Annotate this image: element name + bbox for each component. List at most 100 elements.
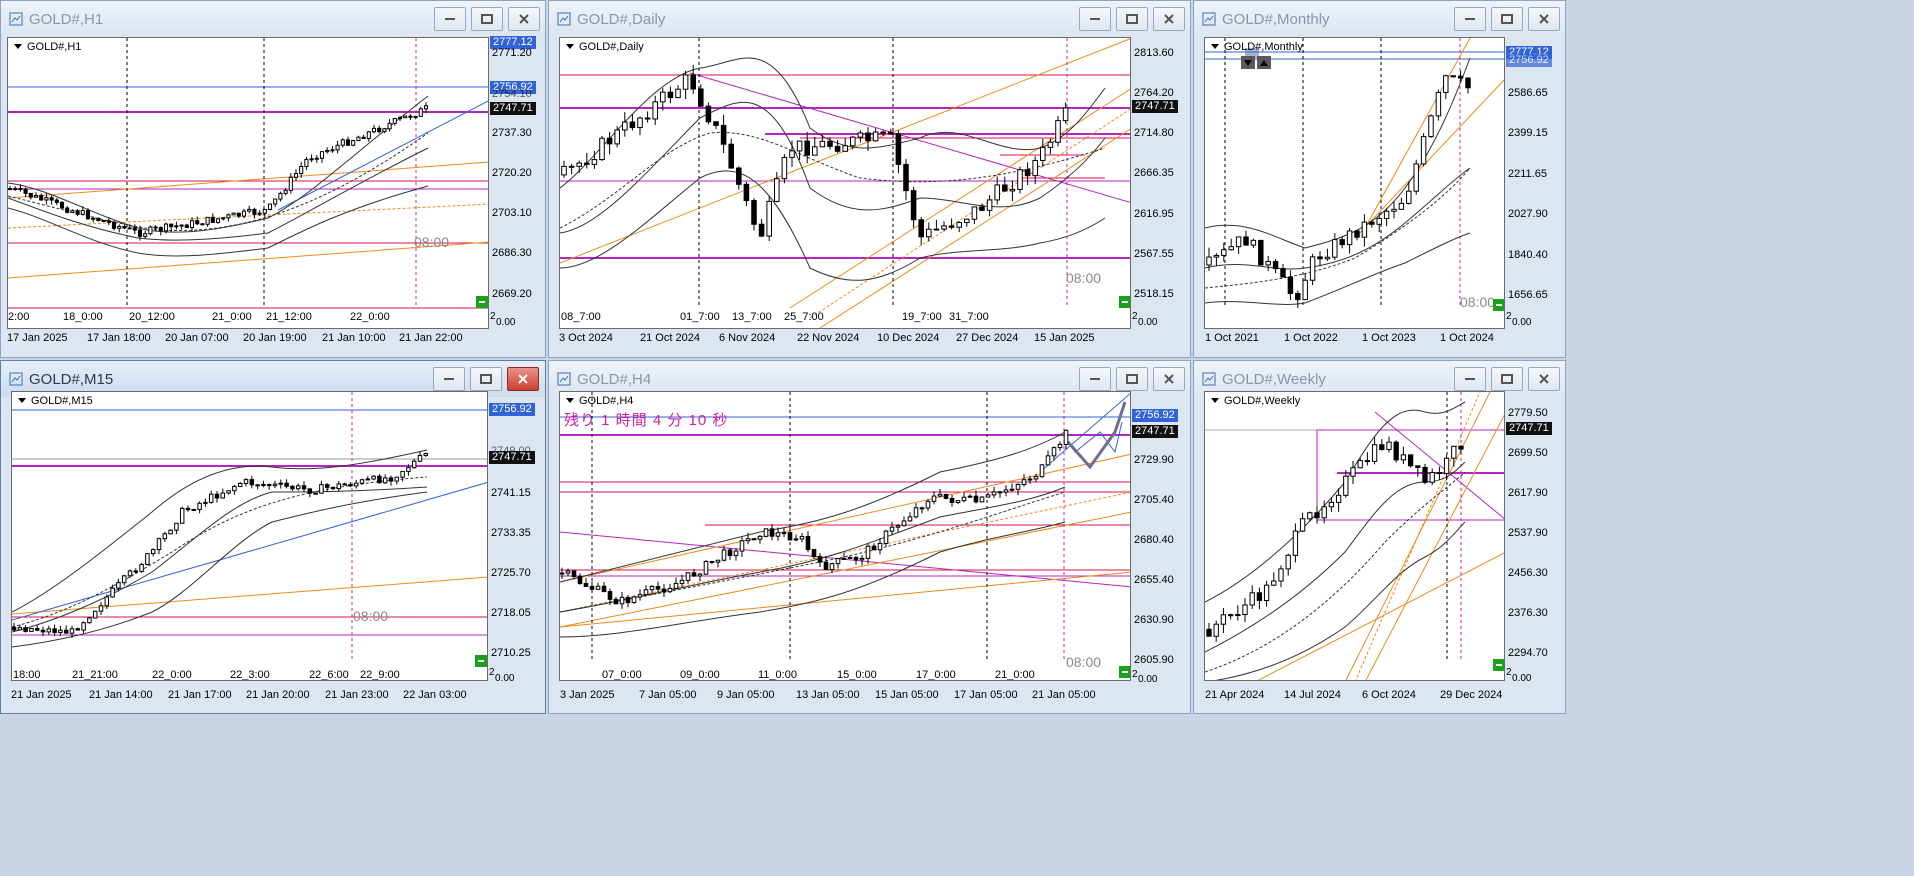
candle-body bbox=[1376, 217, 1382, 225]
candle-body bbox=[853, 556, 859, 561]
time-axis[interactable]: 3 Oct 2024 21 Oct 2024 6 Nov 2024 22 Nov… bbox=[559, 330, 1131, 348]
time-axis[interactable]: 17 Jan 2025 17 Jan 18:00 20 Jan 07:00 20… bbox=[7, 330, 489, 348]
candle-body bbox=[796, 140, 803, 152]
candle-body bbox=[163, 223, 169, 232]
candle-body bbox=[241, 210, 247, 217]
price-axis[interactable]: 2779.50 2747.71 2699.50 2617.90 2537.90 … bbox=[1506, 391, 1565, 684]
chart-window-h4[interactable]: GOLD#,H4 GOLD#,H4 残り 1 時間 4 分 10 秒 08:00… bbox=[548, 360, 1191, 714]
candle-body bbox=[348, 484, 353, 487]
time-axis[interactable]: 1 Oct 2021 1 Oct 2022 1 Oct 2023 1 Oct 2… bbox=[1204, 330, 1505, 348]
scroll-arrows[interactable] bbox=[1241, 56, 1273, 74]
auto-scroll-icon[interactable] bbox=[476, 296, 488, 308]
price-tag: 2756.92 bbox=[1132, 409, 1178, 422]
time-axis[interactable]: 21 Apr 2024 14 Jul 2024 6 Oct 2024 29 De… bbox=[1204, 687, 1505, 705]
minimize-button[interactable] bbox=[433, 367, 465, 391]
time-label: 1 Oct 2024 bbox=[1440, 332, 1494, 344]
candle-body bbox=[220, 492, 226, 499]
time-label: 21 Oct 2024 bbox=[640, 332, 700, 344]
maximize-button[interactable] bbox=[470, 367, 502, 391]
price-label: 2705.40 bbox=[1134, 494, 1174, 506]
close-button[interactable] bbox=[1528, 367, 1560, 391]
candle-body bbox=[1256, 592, 1263, 602]
maximize-button[interactable] bbox=[471, 7, 503, 31]
price-label: 2617.90 bbox=[1508, 487, 1548, 499]
price-axis[interactable]: 2756.92 2747.71 2729.90 2705.40 2680.40 … bbox=[1132, 391, 1190, 685]
minimize-button[interactable] bbox=[1454, 367, 1486, 391]
candle-body bbox=[1045, 455, 1051, 466]
candle-body bbox=[1009, 488, 1015, 491]
chart-window-h1[interactable]: GOLD#,H1 GOLD#,H1 08:00 2:00 18_0:00 20_… bbox=[0, 0, 546, 358]
candle-body bbox=[13, 187, 18, 190]
candle-body bbox=[986, 199, 993, 211]
price-axis[interactable]: 2777.12 2771.20 2756.92 2754.10 2747.71 … bbox=[490, 36, 545, 329]
window-titlebar[interactable]: GOLD#,Monthly bbox=[1194, 1, 1565, 37]
auto-scroll-icon[interactable] bbox=[1493, 659, 1504, 671]
price-chart[interactable]: GOLD#,M15 08:00 18:00 21_21:00 22_0:00 2… bbox=[11, 391, 488, 681]
minimize-button[interactable] bbox=[1454, 7, 1486, 31]
date-line-labels: 18:00 21_21:00 22_0:00 22_3:00 22_6:00 2… bbox=[12, 669, 487, 680]
price-chart[interactable]: GOLD#,Weekly bbox=[1204, 391, 1505, 681]
price-chart[interactable]: GOLD#,Monthly 08:00 bbox=[1204, 37, 1505, 329]
window-titlebar[interactable]: GOLD#,H1 bbox=[1, 1, 545, 37]
window-titlebar[interactable]: GOLD#,Daily bbox=[549, 1, 1190, 37]
close-button[interactable] bbox=[1153, 7, 1185, 31]
candle-body bbox=[691, 572, 697, 577]
candle-body bbox=[743, 183, 750, 202]
price-axis[interactable]: 2813.60 2764.20 2747.71 2714.80 2666.35 … bbox=[1132, 37, 1190, 329]
price-chart[interactable]: GOLD#,H4 残り 1 時間 4 分 10 秒 08:00 07_0:00 … bbox=[559, 391, 1131, 681]
minimize-button[interactable] bbox=[1079, 7, 1111, 31]
candle-body bbox=[221, 217, 226, 220]
price-axis[interactable]: 2777.12 2756.92 2586.65 2399.15 2211.65 … bbox=[1506, 37, 1565, 329]
close-button[interactable] bbox=[508, 7, 540, 31]
maximize-button[interactable] bbox=[1116, 7, 1148, 31]
candle-body bbox=[137, 229, 143, 237]
time-axis[interactable]: 3 Jan 2025 7 Jan 05:00 9 Jan 05:00 13 Ja… bbox=[559, 687, 1131, 705]
auto-scroll-icon[interactable] bbox=[1493, 299, 1504, 311]
candle-body bbox=[1450, 75, 1456, 78]
arrow-down-icon[interactable] bbox=[1241, 56, 1255, 69]
time-axis[interactable]: 21 Jan 2025 21 Jan 14:00 21 Jan 17:00 21… bbox=[11, 687, 488, 705]
current-price-tag: 2747.71 bbox=[490, 102, 536, 115]
chart-window-weekly[interactable]: GOLD#,Weekly GOLD#,Weekly 2779.50 2747.7… bbox=[1193, 360, 1566, 714]
chart-window-m15[interactable]: GOLD#,M15 GOLD#,M15 08:00 18:00 21_21:00… bbox=[0, 360, 546, 714]
price-chart[interactable]: GOLD#,H1 08:00 2:00 18_0:00 20_12:00 21_… bbox=[7, 37, 489, 329]
candle-body bbox=[1228, 246, 1234, 251]
chart-window-monthly[interactable]: GOLD#,Monthly GOLD#,Monthly 08:00 2777.1… bbox=[1193, 0, 1566, 358]
auto-scroll-icon[interactable] bbox=[475, 655, 487, 667]
maximize-button[interactable] bbox=[1116, 367, 1148, 391]
chart-window-daily[interactable]: GOLD#,Daily GOLD#,Daily 08:00 08_7:00 01… bbox=[548, 0, 1191, 358]
arrow-up-icon[interactable] bbox=[1257, 56, 1271, 69]
date-line-labels: 2:00 18_0:00 20_12:00 21_0:00 21_12:00 2… bbox=[8, 311, 488, 327]
candle-body bbox=[377, 127, 382, 133]
chart-symbol-label: GOLD#,H1 bbox=[14, 41, 81, 53]
minimize-button[interactable] bbox=[434, 7, 466, 31]
candle-body bbox=[859, 557, 865, 561]
close-button[interactable] bbox=[1528, 7, 1560, 31]
close-button[interactable] bbox=[507, 367, 539, 391]
price-chart[interactable]: GOLD#,Daily 08:00 08_7:00 01_7:00 13_7:0… bbox=[559, 37, 1131, 329]
minimize-button[interactable] bbox=[1079, 367, 1111, 391]
candle-body bbox=[918, 219, 924, 238]
price-label: 2729.90 bbox=[1134, 454, 1174, 466]
candle-body bbox=[148, 226, 153, 235]
candle-body bbox=[179, 224, 184, 227]
candle-body bbox=[1051, 447, 1057, 457]
auto-scroll-icon[interactable] bbox=[1119, 296, 1130, 308]
close-button[interactable] bbox=[1153, 367, 1185, 391]
maximize-button[interactable] bbox=[1491, 367, 1523, 391]
candle-body bbox=[59, 201, 65, 209]
candle-body bbox=[584, 162, 590, 165]
time-label: 13 Jan 05:00 bbox=[796, 689, 860, 701]
date-line-label: 25_7:00 bbox=[784, 311, 824, 323]
price-axis[interactable]: 2756.92 2749.00 2747.71 2741.15 2733.35 … bbox=[489, 391, 545, 684]
maximize-button[interactable] bbox=[1491, 7, 1523, 31]
time-label: 3 Oct 2024 bbox=[559, 332, 613, 344]
time-label: 21 Jan 10:00 bbox=[322, 332, 386, 344]
candle-body bbox=[763, 528, 769, 537]
candle-body bbox=[52, 628, 57, 634]
candle-body bbox=[823, 561, 829, 571]
date-line-label: 21_12:00 bbox=[266, 311, 312, 323]
price-label: 2699.50 bbox=[1508, 447, 1548, 459]
candle-body bbox=[184, 224, 189, 229]
candle-body bbox=[423, 453, 429, 456]
